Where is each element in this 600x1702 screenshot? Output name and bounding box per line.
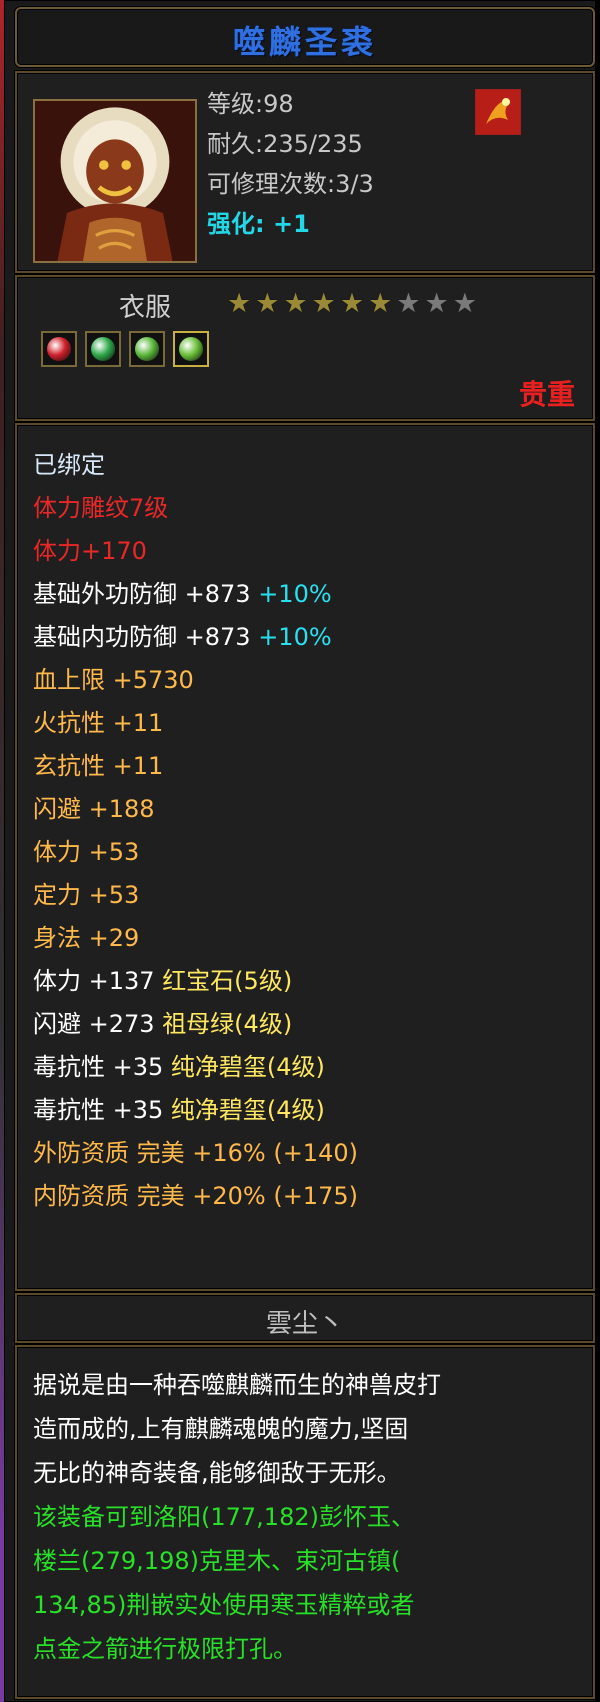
attribute-line: 外防资质 完美 +16% (+140) [33,1133,358,1173]
enhance-value: +1 [272,210,310,238]
repairs-text: 可修理次数:3/3 [207,170,374,198]
attribute-line: 毒抗性 +35 纯净碧玺(4级) [33,1047,325,1087]
star-filled-icon: ★ [311,288,336,319]
lore-line: 造而成的,上有麒麟魂魄的魔力,坚固 [33,1415,409,1443]
attribute-text: 体力 +137 [33,967,163,995]
attribute-text: 身法 +29 [33,924,140,952]
rarity-label: 贵重 [518,378,575,411]
socket-hint-line: 楼兰(279,198)克里木、束河古镇( [33,1547,401,1575]
attribute-text: 红宝石(5级) [162,967,293,995]
attribute-text: 体力 +53 [33,838,140,866]
description-panel: 据说是由一种吞噬麒麟而生的神兽皮打 造而成的,上有麒麟魂魄的魔力,坚固 无比的神奇装… [15,1345,595,1699]
star-filled-icon: ★ [339,288,365,319]
gem-orb [47,337,71,361]
attribute-line: 闪避 +273 祖母绿(4级) [33,1004,292,1044]
durability-text: 耐久:235/235 [207,130,363,158]
title-bar: 噬麟圣裘 [15,7,595,67]
attribute-text: 基础外功防御 +873 [33,580,259,608]
level-text: 等级:98 [207,90,294,118]
enhance-label: 强化: [207,210,265,238]
attribute-line: 基础内功防御 +873 +10% [33,617,332,657]
attribute-line: 身法 +29 [33,918,139,958]
attribute-line: 定力 +53 [33,875,139,915]
bound-badge-icon [475,89,521,135]
socket-hint-line: 点金之箭进行极限打孔。 [33,1635,297,1663]
attributes-panel: 已绑定 体力雕纹7级 体力+170 基础外功防御 +873 +10% 基础内功防御 +8… [15,423,595,1291]
attribute-line: 体力 +53 [33,832,139,872]
jade-gem-icon [129,331,165,367]
star-rating: ★ ★ ★ ★ ★ ★ ★ ★ ★ [227,289,477,319]
attribute-text: 闪避 +273 [33,1010,163,1038]
jade-gem-icon [173,331,209,367]
attribute-line: 玄抗性 +11 [33,746,163,786]
attribute-text: 纯净碧玺(4级) [170,1053,325,1081]
item-type-panel: 衣服 ★ ★ ★ ★ ★ ★ ★ ★ ★ 贵重 [15,275,595,421]
attribute-text: 火抗性 +11 [33,709,164,737]
ruby-gem-icon [41,331,77,367]
author-name: 雲尘丶 [265,1309,344,1339]
emerald-gem-icon [85,331,121,367]
attribute-text: 基础内功防御 +873 [33,623,259,651]
item-header: 等级:98 耐久:235/235 可修理次数:3/3 强化: +1 [15,71,595,273]
attribute-line: 基础外功防御 +873 +10% [33,574,332,614]
equip-type: 衣服 [119,293,172,323]
star-empty-icon: ★ [424,288,449,319]
attribute-text: 定力 +53 [33,881,140,909]
star-filled-icon: ★ [283,288,308,319]
attribute-text: 体力雕纹7级 [33,494,169,522]
attribute-text: 已绑定 [33,451,105,479]
attribute-line: 血上限 +5730 [33,660,194,700]
attribute-text: 玄抗性 +11 [33,752,164,780]
attribute-text: 血上限 +5730 [33,666,194,694]
attribute-line: 体力 +137 红宝石(5级) [33,961,292,1001]
star-filled-icon: ★ [255,288,280,319]
attribute-text: 纯净碧玺(4级) [170,1096,325,1124]
attribute-text: 体力+170 [33,537,147,565]
star-empty-icon: ★ [396,288,421,319]
attribute-text: 内防资质 完美 +20% (+175) [33,1182,358,1210]
lore-line: 据说是由一种吞噬麒麟而生的神兽皮打 [33,1371,441,1399]
attribute-text: 毒抗性 +35 [33,1053,171,1081]
item-portrait-icon [33,99,197,263]
star-filled-icon: ★ [368,288,393,319]
star-empty-icon: ★ [452,288,477,319]
gem-orb [179,337,203,361]
attribute-text: 闪避 +188 [33,795,155,823]
socket-hint-line: 该装备可到洛阳(177,182)彭怀玉、 [33,1503,415,1531]
item-name: 噬麟圣裘 [232,23,377,61]
attribute-line: 毒抗性 +35 纯净碧玺(4级) [33,1090,325,1130]
author-bar: 雲尘丶 [15,1293,595,1343]
socket-hint-line: 134,85)荆嵌实处使用寒玉精粹或者 [33,1591,415,1619]
attribute-line: 体力雕纹7级 [33,488,168,528]
attribute-line: 内防资质 完美 +20% (+175) [33,1176,358,1216]
gem-orb [135,337,159,361]
lore-line: 无比的神奇装备,能够御敌于无形。 [33,1459,401,1487]
attribute-line: 闪避 +188 [33,789,155,829]
attribute-text: 毒抗性 +35 [33,1096,171,1124]
gem-slots [41,331,209,367]
attribute-text: 祖母绿(4级) [162,1010,293,1038]
item-tooltip: 噬麟圣裘 等级:98 耐久:235/235 可修理次数:3/3 强化: +1 衣… [4,0,596,1702]
attribute-line: 已绑定 [33,445,105,485]
attribute-line: 火抗性 +11 [33,703,163,743]
star-filled-icon: ★ [227,288,252,319]
attribute-text: +10% [258,623,332,651]
enhance-text: 强化: +1 [207,209,310,239]
gem-orb [91,337,115,361]
attribute-text: +10% [258,580,332,608]
attribute-line: 体力+170 [33,531,147,571]
attribute-text: 外防资质 完美 +16% (+140) [33,1139,358,1167]
